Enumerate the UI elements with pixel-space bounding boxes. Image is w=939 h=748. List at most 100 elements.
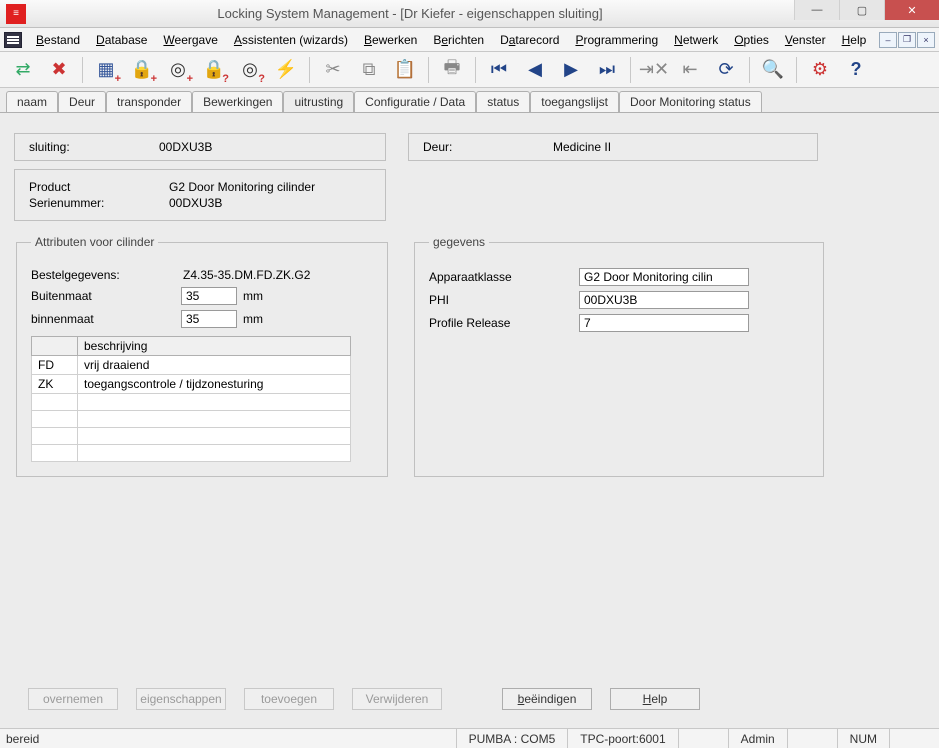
sluiting-box: sluiting: 00DXU3B — [14, 133, 386, 161]
app-icon: ≡ — [6, 4, 26, 24]
toevoegen-button[interactable]: toevoegen — [244, 688, 334, 710]
profile-label: Profile Release — [429, 316, 579, 330]
tb-close-session-icon[interactable]: ✖ — [42, 55, 76, 85]
help-button[interactable]: Help — [610, 688, 700, 710]
serial-label: Serienummer: — [29, 196, 169, 210]
buiten-label: Buitenmaat — [31, 289, 181, 303]
tb-remove-icon[interactable]: ⇥✕ — [637, 55, 671, 85]
table-row — [32, 394, 351, 411]
menu-opties[interactable]: Opties — [726, 30, 777, 50]
menu-netwerk[interactable]: Netwerk — [666, 30, 726, 50]
sluiting-value: 00DXU3B — [159, 140, 212, 154]
table-header-code — [32, 337, 78, 356]
tb-new-lock-icon[interactable]: 🔒+ — [125, 55, 159, 85]
tb-transponder-help-icon[interactable]: ◎? — [233, 55, 267, 85]
window-maximize-button[interactable]: ▢ — [839, 0, 884, 20]
tab-status[interactable]: status — [476, 91, 530, 112]
menu-programmering[interactable]: Programmering — [567, 30, 666, 50]
tb-refresh-icon[interactable]: ⟳ — [709, 55, 743, 85]
mdi-restore-button[interactable]: ❐ — [898, 32, 916, 48]
tab-uitrusting[interactable]: uitrusting — [283, 91, 354, 113]
status-blank-2 — [787, 729, 837, 748]
tb-print-icon[interactable]: 🖶 — [435, 55, 469, 85]
binnen-label: binnenmaat — [31, 312, 181, 326]
menu-help[interactable]: Help — [834, 30, 875, 50]
tb-insert-icon[interactable]: ⇤ — [673, 55, 707, 85]
table-row[interactable]: FD vrij draaiend — [32, 356, 351, 375]
menu-bestand[interactable]: Bestand — [28, 30, 88, 50]
status-blank-3 — [889, 729, 939, 748]
menu-datarecord[interactable]: Datarecord — [492, 30, 567, 50]
tb-new-transponder-icon[interactable]: ◎+ — [161, 55, 195, 85]
tb-last-icon[interactable]: ⏭ — [590, 55, 624, 85]
buiten-unit: mm — [243, 289, 263, 303]
deur-label: Deur: — [423, 140, 513, 154]
tb-cut-icon[interactable]: ✂ — [316, 55, 350, 85]
status-text: bereid — [0, 729, 51, 748]
tb-first-icon[interactable]: ⏮ — [482, 55, 516, 85]
menu-database[interactable]: Database — [88, 30, 155, 50]
tb-prev-icon[interactable]: ◀ — [518, 55, 552, 85]
tb-new-plan-icon[interactable]: ▦+ — [89, 55, 123, 85]
tab-deur[interactable]: Deur — [58, 91, 106, 112]
cell-code: FD — [32, 356, 78, 375]
app-label: Apparaatklasse — [429, 270, 579, 284]
overnemen-button[interactable]: overnemen — [28, 688, 118, 710]
bottom-button-bar: overnemen eigenschappen toevoegen Verwij… — [14, 682, 925, 718]
phi-label: PHI — [429, 293, 579, 307]
tb-help-icon[interactable]: ? — [839, 55, 873, 85]
tb-copy-icon[interactable]: ⧉ — [352, 55, 386, 85]
tb-login-icon[interactable]: ⇄ — [6, 55, 40, 85]
app-value — [579, 268, 749, 286]
tb-search-icon[interactable]: 🔍 — [756, 55, 790, 85]
tb-next-icon[interactable]: ▶ — [554, 55, 588, 85]
table-row — [32, 445, 351, 462]
menu-bewerken[interactable]: Bewerken — [356, 30, 425, 50]
beeindigen-button[interactable]: beëindigen — [502, 688, 592, 710]
tb-program-icon[interactable]: ⚡ — [269, 55, 303, 85]
tab-naam[interactable]: naam — [6, 91, 58, 112]
profile-value — [579, 314, 749, 332]
menu-weergave[interactable]: Weergave — [155, 30, 225, 50]
table-row — [32, 428, 351, 445]
menu-berichten[interactable]: Berichten — [425, 30, 492, 50]
verwijderen-button[interactable]: Verwijderen — [352, 688, 442, 710]
tab-door-monitoring-status[interactable]: Door Monitoring status — [619, 91, 762, 112]
tab-configuratie[interactable]: Configuratie / Data — [354, 91, 476, 112]
product-label: Product — [29, 180, 169, 194]
tab-bewerkingen[interactable]: Bewerkingen — [192, 91, 283, 112]
attributes-panel: Attributen voor cilinder Bestelgegevens:… — [16, 235, 388, 477]
bestel-value: Z4.35-35.DM.FD.ZK.G2 — [181, 268, 310, 282]
tabbar: naam Deur transponder Bewerkingen uitrus… — [0, 88, 939, 112]
tab-transponder[interactable]: transponder — [106, 91, 192, 112]
window-close-button[interactable]: ✕ — [884, 0, 939, 20]
serial-value: 00DXU3B — [169, 196, 222, 210]
status-blank-1 — [678, 729, 728, 748]
deur-value: Medicine II — [553, 140, 611, 154]
tb-lock-help-icon[interactable]: 🔒? — [197, 55, 231, 85]
mdi-close-button[interactable]: × — [917, 32, 935, 48]
menu-venster[interactable]: Venster — [777, 30, 834, 50]
tb-paste-icon[interactable]: 📋 — [388, 55, 422, 85]
status-tpc: TPC-poort:6001 — [567, 729, 677, 748]
buiten-input[interactable] — [181, 287, 237, 305]
tb-settings-icon[interactable]: ⚙ — [803, 55, 837, 85]
cell-code: ZK — [32, 375, 78, 394]
mdi-minimize-button[interactable]: – — [879, 32, 897, 48]
product-box: Product G2 Door Monitoring cilinder Seri… — [14, 169, 386, 221]
toolbar: ⇄ ✖ ▦+ 🔒+ ◎+ 🔒? ◎? ⚡ ✂ ⧉ 📋 🖶 ⏮ ◀ ▶ ⏭ ⇥✕ … — [0, 52, 939, 88]
phi-value — [579, 291, 749, 309]
bestel-label: Bestelgegevens: — [31, 268, 181, 282]
window-title: Locking System Management - [Dr Kiefer -… — [26, 6, 794, 21]
status-admin: Admin — [728, 729, 787, 748]
menu-assistenten[interactable]: Assistenten (wizards) — [226, 30, 356, 50]
attributes-table: beschrijving FD vrij draaiend ZK toegang… — [31, 336, 351, 462]
tab-toegangslijst[interactable]: toegangslijst — [530, 91, 619, 112]
binnen-input[interactable] — [181, 310, 237, 328]
table-row[interactable]: ZK toegangscontrole / tijdzonesturing — [32, 375, 351, 394]
product-value: G2 Door Monitoring cilinder — [169, 180, 315, 194]
menubar: Bestand Database Weergave Assistenten (w… — [0, 28, 939, 52]
eigenschappen-button[interactable]: eigenschappen — [136, 688, 226, 710]
data-panel: gegevens Apparaatklasse PHI Profile Rele… — [414, 235, 824, 477]
window-minimize-button[interactable]: — — [794, 0, 839, 20]
